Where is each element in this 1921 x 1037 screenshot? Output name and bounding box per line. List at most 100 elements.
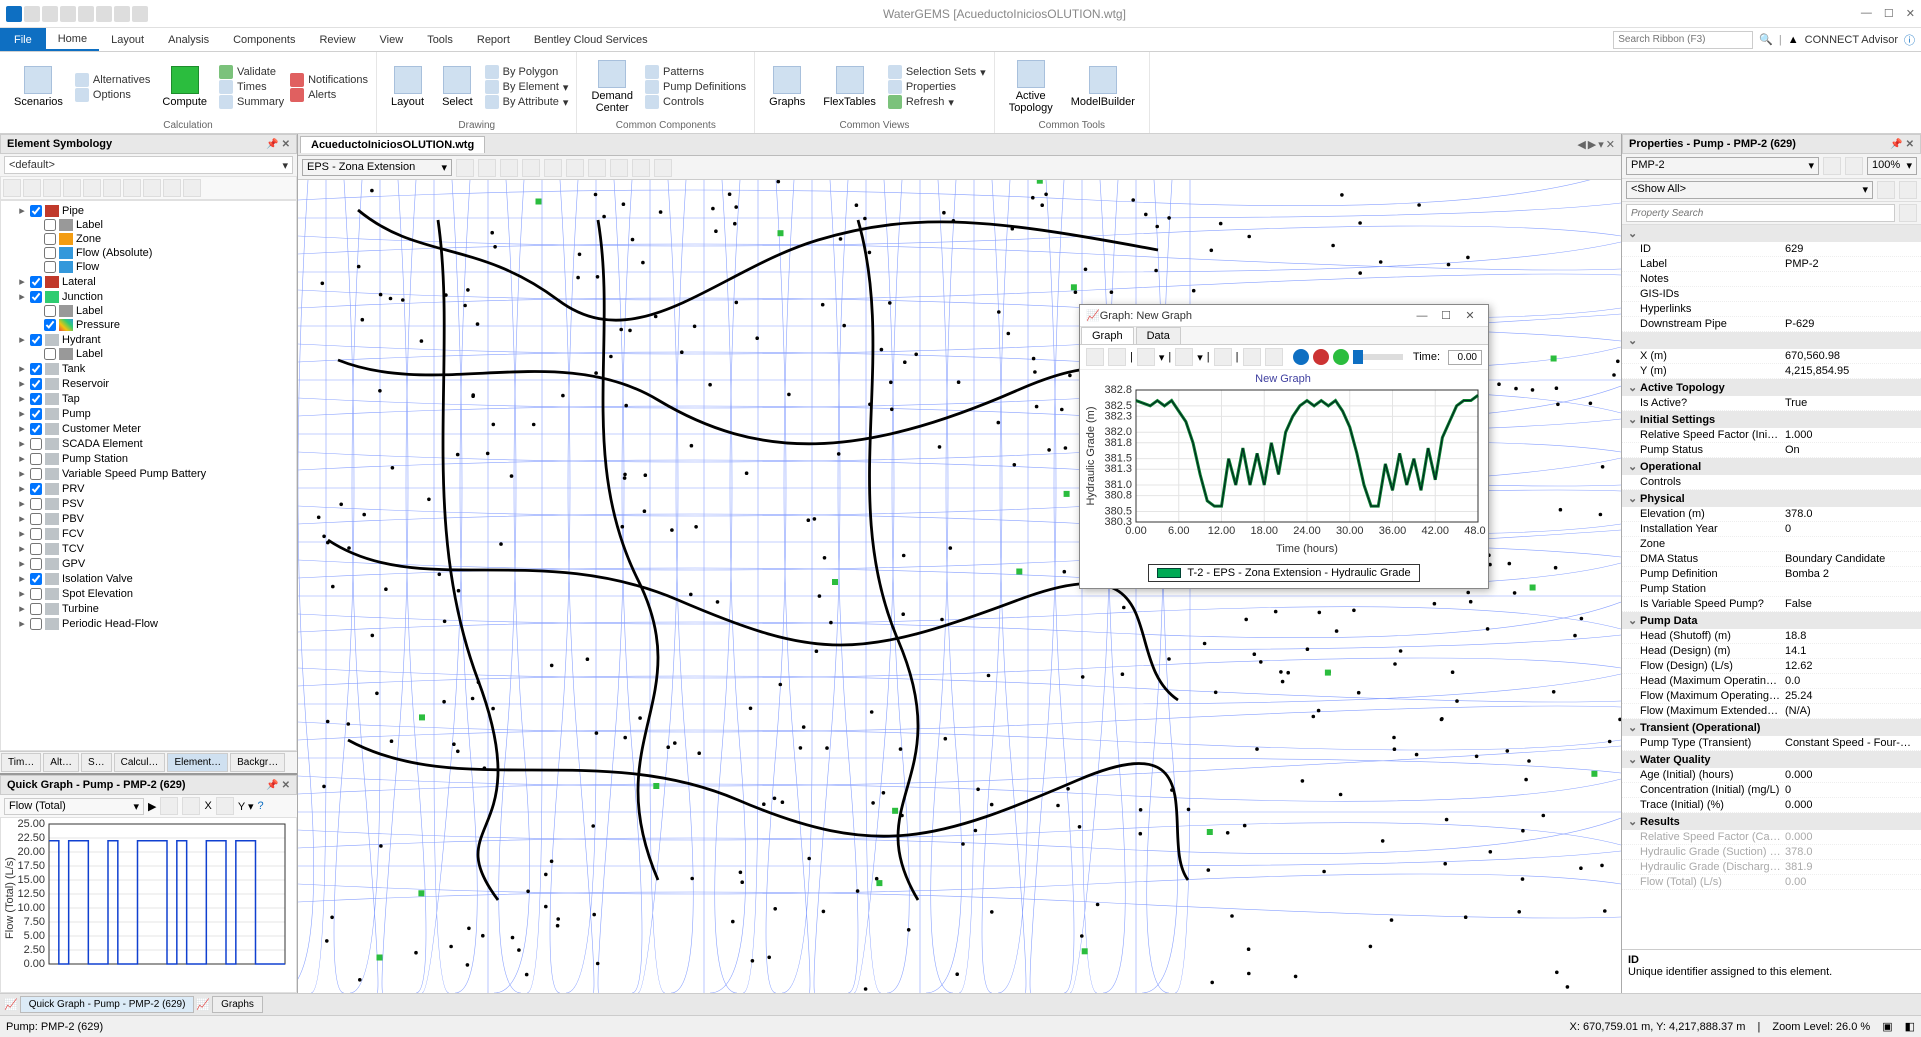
next-icon[interactable]: ▶: [1588, 138, 1596, 151]
ribbon-search[interactable]: [1613, 31, 1753, 49]
toolbar-button[interactable]: [632, 159, 650, 177]
scenario-select[interactable]: EPS - Zona Extension ▾: [302, 159, 452, 176]
property-row[interactable]: Pump Type (Transient)Constant Speed - Fo…: [1622, 736, 1921, 751]
tree-item[interactable]: ▸Pipe: [3, 203, 294, 218]
toolbar-button[interactable]: [23, 179, 41, 197]
rewind-icon[interactable]: [1293, 349, 1309, 365]
time-value[interactable]: 0.00: [1448, 350, 1482, 365]
minimize-icon[interactable]: —: [1410, 310, 1434, 322]
property-row[interactable]: LabelPMP-2: [1622, 257, 1921, 272]
property-row[interactable]: Downstream PipeP-629: [1622, 317, 1921, 332]
by-polygon-button[interactable]: By Polygon: [485, 65, 569, 79]
graphs-button[interactable]: Graphs: [763, 64, 811, 110]
toolbar-button[interactable]: [63, 179, 81, 197]
dropdown-icon[interactable]: [132, 6, 148, 22]
tree-item[interactable]: ▸SCADA Element: [3, 436, 294, 451]
graph-tab[interactable]: Graph: [1081, 327, 1134, 345]
toolbar-button[interactable]: [216, 797, 234, 815]
help-icon[interactable]: ⓘ: [1904, 32, 1915, 48]
symbology-tree[interactable]: ▸PipeLabelZoneFlow (Absolute)Flow▸Latera…: [0, 200, 297, 751]
layout-button[interactable]: Layout: [385, 64, 430, 110]
attribute-select[interactable]: Flow (Total) ▾: [4, 798, 144, 815]
toolbar-button[interactable]: [163, 179, 181, 197]
property-group-header[interactable]: ⌄Operational: [1622, 458, 1921, 475]
print-preview-icon[interactable]: [114, 6, 130, 22]
zoom-select[interactable]: 100%▾: [1867, 157, 1917, 175]
tree-item[interactable]: ▸Lateral: [3, 274, 294, 289]
dock-tab[interactable]: Alt…: [43, 753, 79, 772]
toolbar-button[interactable]: [544, 159, 562, 177]
property-row[interactable]: Hydraulic Grade (Suction) (m)378.0: [1622, 845, 1921, 860]
tree-item[interactable]: ▸Pump Station: [3, 451, 294, 466]
toolbar-button[interactable]: [1175, 348, 1193, 366]
cloud-tab[interactable]: Bentley Cloud Services: [522, 28, 660, 51]
filter-select[interactable]: <Show All> ▾: [1626, 181, 1873, 199]
property-row[interactable]: Age (Initial) (hours)0.000: [1622, 768, 1921, 783]
tree-item[interactable]: ▸PSV: [3, 496, 294, 511]
tree-item[interactable]: ▸Turbine: [3, 601, 294, 616]
controls-button[interactable]: Controls: [645, 95, 746, 109]
water-drop-icon[interactable]: [6, 6, 22, 22]
pin-icon[interactable]: 📌 ✕: [266, 780, 290, 791]
refresh-button[interactable]: Refresh▾: [888, 95, 986, 109]
undo-icon[interactable]: [78, 6, 94, 22]
toolbar-button[interactable]: [1243, 348, 1261, 366]
by-attribute-button[interactable]: By Attribute▾: [485, 95, 569, 109]
maximize-icon[interactable]: ☐: [1884, 7, 1894, 20]
properties-grid[interactable]: ⌄ID629LabelPMP-2NotesGIS-IDsHyperlinksDo…: [1622, 225, 1921, 949]
property-group-header[interactable]: ⌄Active Topology: [1622, 379, 1921, 396]
pin-icon[interactable]: 📌 ✕: [1890, 139, 1914, 150]
patterns-button[interactable]: Patterns: [645, 65, 746, 79]
active-topology-button[interactable]: Active Topology: [1003, 58, 1059, 116]
data-tab[interactable]: Data: [1136, 327, 1181, 345]
quick-graph-footer-tab[interactable]: Quick Graph - Pump - PMP-2 (629): [20, 996, 195, 1013]
dock-tab[interactable]: S…: [81, 753, 112, 772]
property-row[interactable]: Notes: [1622, 272, 1921, 287]
options-button[interactable]: Options: [75, 88, 150, 102]
toolbar-button[interactable]: [83, 179, 101, 197]
pause-icon[interactable]: [1313, 349, 1329, 365]
compute-button[interactable]: Compute: [156, 64, 213, 110]
property-row[interactable]: Head (Maximum Operating) (m)0.0: [1622, 674, 1921, 689]
scenarios-button[interactable]: Scenarios: [8, 64, 69, 110]
toolbar-button[interactable]: [1899, 181, 1917, 199]
toolbar-button[interactable]: [1214, 348, 1232, 366]
property-row[interactable]: Is Active?True: [1622, 396, 1921, 411]
toolbar-button[interactable]: [43, 179, 61, 197]
alternatives-button[interactable]: Alternatives: [75, 73, 150, 87]
dock-tab[interactable]: Calcul…: [114, 753, 166, 772]
properties-button[interactable]: Properties: [888, 80, 986, 94]
components-tab[interactable]: Components: [221, 28, 307, 51]
prev-icon[interactable]: ◀: [1577, 138, 1585, 151]
tree-item[interactable]: Label: [3, 304, 294, 318]
toolbar-button[interactable]: [1877, 181, 1895, 199]
connect-advisor[interactable]: CONNECT Advisor: [1805, 34, 1898, 46]
property-row[interactable]: Hydraulic Grade (Discharge) (m381.9: [1622, 860, 1921, 875]
property-row[interactable]: Flow (Maximum Operating) (L/s)25.24: [1622, 689, 1921, 704]
status-icon[interactable]: ▣: [1882, 1020, 1892, 1033]
property-row[interactable]: Flow (Design) (L/s)12.62: [1622, 659, 1921, 674]
zoom-icon[interactable]: [1845, 157, 1863, 175]
play-icon[interactable]: [1333, 349, 1349, 365]
tree-item[interactable]: ▸Tank: [3, 361, 294, 376]
tree-item[interactable]: ▸Variable Speed Pump Battery: [3, 466, 294, 481]
dock-tab[interactable]: Backgr…: [230, 753, 285, 772]
tree-item[interactable]: ▸FCV: [3, 526, 294, 541]
property-row[interactable]: Installation Year0: [1622, 522, 1921, 537]
toolbar-button[interactable]: [1265, 348, 1283, 366]
tree-item[interactable]: ▸TCV: [3, 541, 294, 556]
search-icon[interactable]: [1899, 204, 1917, 222]
property-row[interactable]: Trace (Initial) (%)0.000: [1622, 798, 1921, 813]
time-slider[interactable]: [1353, 354, 1403, 360]
layout-tab[interactable]: Layout: [99, 28, 156, 51]
open-icon[interactable]: [42, 6, 58, 22]
tree-item[interactable]: Label: [3, 347, 294, 361]
toolbar-button[interactable]: [654, 159, 672, 177]
graph-window-title[interactable]: 📈 Graph: New Graph — ☐ ✕: [1080, 305, 1488, 327]
property-row[interactable]: Y (m)4,215,854.95: [1622, 364, 1921, 379]
by-element-button[interactable]: By Element▾: [485, 80, 569, 94]
tree-item[interactable]: ▸Hydrant: [3, 332, 294, 347]
dock-tab[interactable]: Tim…: [1, 753, 41, 772]
minimize-icon[interactable]: —: [1861, 7, 1872, 20]
times-button[interactable]: Times: [219, 80, 284, 94]
